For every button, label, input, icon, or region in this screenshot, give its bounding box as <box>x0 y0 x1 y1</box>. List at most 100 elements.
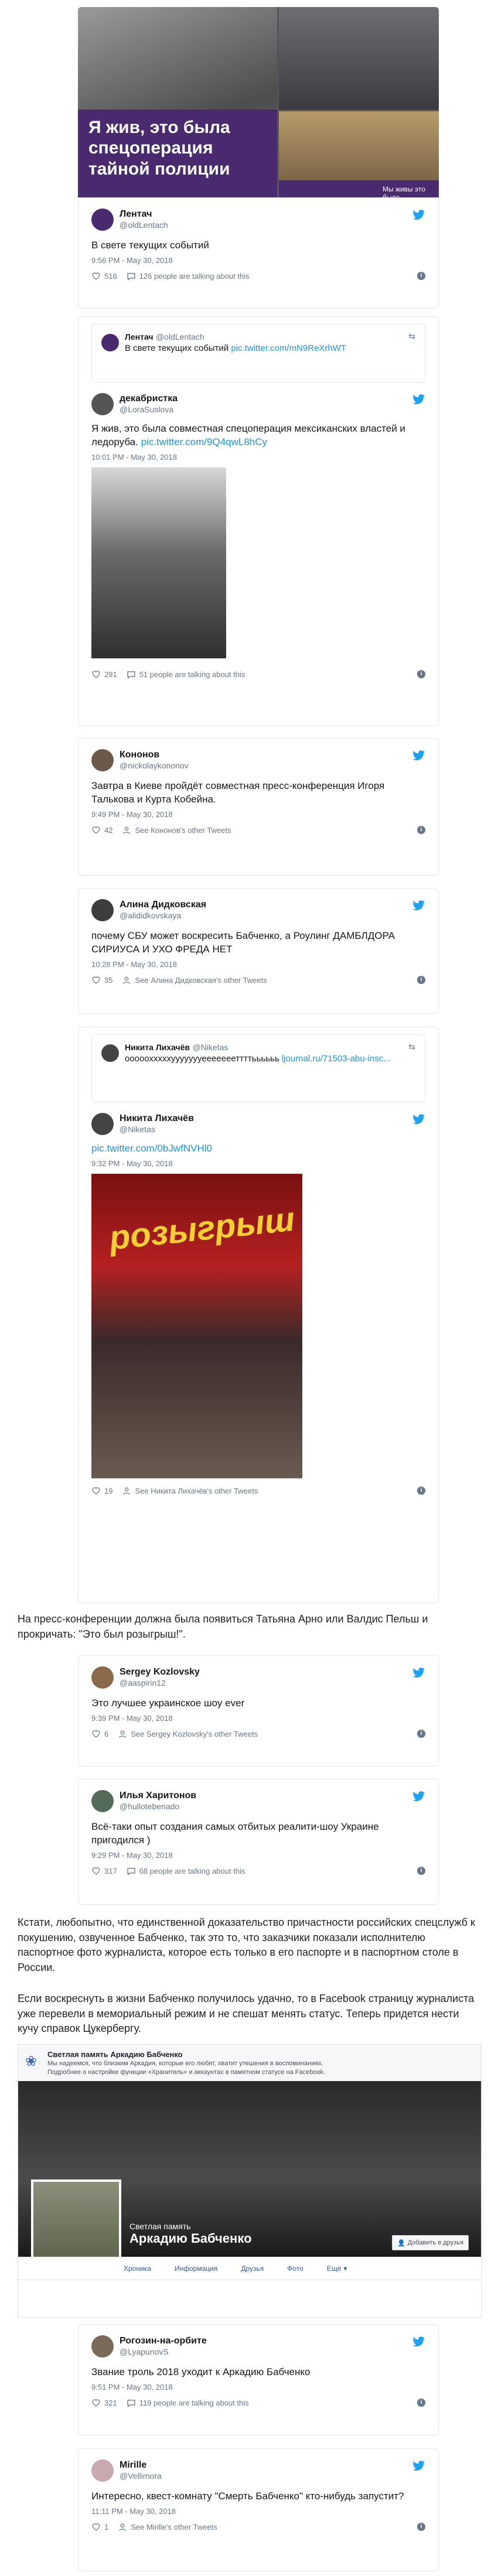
avatar[interactable] <box>91 749 114 771</box>
heart-icon[interactable] <box>91 1867 101 1875</box>
heart-icon[interactable] <box>91 272 101 280</box>
see-other-tweets[interactable]: See Sergey Kozlovsky's other Tweets <box>131 1730 258 1738</box>
author-name[interactable]: Алина Дидковская <box>120 899 206 911</box>
author-name[interactable]: Никита Лихачёв <box>120 1113 194 1125</box>
author-name[interactable]: декабристка <box>120 393 178 405</box>
tab-more[interactable]: Ещё <box>327 2264 342 2273</box>
quoted-author-name[interactable]: Никита Лихачёв <box>125 1043 190 1052</box>
twitter-bird-icon[interactable] <box>412 1114 425 1125</box>
twitter-bird-icon[interactable] <box>412 2336 425 2347</box>
tweet-timestamp[interactable]: 10:01 PM - May 30, 2018 <box>91 453 425 462</box>
info-icon[interactable]: i <box>417 1866 425 1875</box>
avatar[interactable] <box>101 334 119 352</box>
twitter-bird-icon[interactable] <box>412 1791 425 1802</box>
profile-name[interactable]: Аркадию Бабченко <box>129 2231 252 2246</box>
avatar[interactable] <box>101 1044 119 1062</box>
author-name[interactable]: Лентач <box>120 209 168 220</box>
tweet-timestamp[interactable]: 9:32 PM - May 30, 2018 <box>91 1159 425 1168</box>
author-name[interactable]: Илья Харитонов <box>120 1790 196 1802</box>
heart-icon[interactable] <box>91 1487 101 1495</box>
author-handle[interactable]: @alididkovskaya <box>120 911 206 921</box>
twitter-bird-icon[interactable] <box>412 2461 425 2471</box>
profile-icon[interactable] <box>122 976 131 985</box>
author-handle[interactable]: @aaspirin12 <box>120 1678 200 1689</box>
twitter-bird-icon[interactable] <box>412 210 425 220</box>
heart-icon[interactable] <box>91 670 101 678</box>
comment-icon[interactable] <box>127 1867 136 1875</box>
see-other-tweets[interactable]: See Кононов's other Tweets <box>135 826 231 835</box>
profile-icon[interactable] <box>118 2523 127 2531</box>
heart-icon[interactable] <box>91 1730 101 1738</box>
talking-about[interactable]: 126 people are talking about this <box>139 272 250 281</box>
tweet-timestamp[interactable]: 9:56 PM - May 30, 2018 <box>91 256 425 265</box>
profile-icon[interactable] <box>122 826 131 835</box>
author-handle[interactable]: @hullotebenado <box>120 1802 196 1812</box>
author-name[interactable]: Рогозин-на-орбите <box>120 2335 207 2347</box>
avatar[interactable] <box>91 2459 114 2482</box>
talking-about[interactable]: 68 people are talking about this <box>139 1867 245 1875</box>
author-handle[interactable]: @LoraSuslova <box>120 405 178 415</box>
heart-icon[interactable] <box>91 2399 101 2407</box>
author-handle[interactable]: @nickolaykononov <box>120 761 189 771</box>
tweet-timestamp[interactable]: 9:29 PM - May 30, 2018 <box>91 1851 425 1860</box>
quoted-link[interactable]: ljournal.ru/71503-abu-insc... <box>282 1054 391 1064</box>
retweet-icon[interactable]: ⇆ <box>408 1042 415 1052</box>
tweet-timestamp[interactable]: 9:49 PM - May 30, 2018 <box>91 810 425 819</box>
author-handle[interactable]: @oldLentach <box>120 220 168 231</box>
memorial-notice-line2[interactable]: Подробнее о настройке функции «Хранитель… <box>47 2069 325 2076</box>
author-name[interactable]: Кононов <box>120 749 189 761</box>
profile-picture[interactable] <box>31 2179 121 2270</box>
twitter-bird-icon[interactable] <box>412 394 425 405</box>
comment-icon[interactable] <box>127 670 136 679</box>
author-name[interactable]: Mirille <box>120 2459 162 2471</box>
twitter-bird-icon[interactable] <box>412 900 425 911</box>
talking-about[interactable]: 119 people are talking about this <box>139 2399 249 2407</box>
quoted-tweet[interactable]: Никита Лихачёв @Niketas ооооохххххуууууу… <box>91 1034 425 1102</box>
tab-info[interactable]: Информация <box>175 2264 217 2273</box>
tweet-link[interactable]: pic.twitter.com/0bJwfNVHl0 <box>91 1143 212 1154</box>
info-icon[interactable]: i <box>417 1729 425 1738</box>
info-icon[interactable]: i <box>417 975 425 984</box>
heart-icon[interactable] <box>91 826 101 834</box>
talking-about[interactable]: 51 people are talking about this <box>139 670 245 679</box>
twitter-bird-icon[interactable] <box>412 1668 425 1678</box>
tweet-timestamp[interactable]: 11:11 PM - May 30, 2018 <box>91 2507 425 2516</box>
avatar[interactable] <box>91 209 114 231</box>
tweet-link[interactable]: pic.twitter.com/9Q4qwL8hCy <box>141 436 267 447</box>
twitter-bird-icon[interactable] <box>412 750 425 761</box>
avatar[interactable] <box>91 1790 114 1812</box>
tweet-photo[interactable]: розыгрыш <box>91 1173 302 1478</box>
retweet-icon[interactable]: ⇆ <box>408 332 415 341</box>
quoted-tweet[interactable]: Лентач @oldLentach В свете текущих событ… <box>91 324 425 382</box>
author-handle[interactable]: @Vellimora <box>120 2471 162 2482</box>
avatar[interactable] <box>91 1666 114 1689</box>
quoted-author-handle[interactable]: @Niketas <box>193 1043 228 1052</box>
tweet-timestamp[interactable]: 9:39 PM - May 30, 2018 <box>91 1714 425 1723</box>
profile-icon[interactable] <box>118 1730 127 1738</box>
tab-friends[interactable]: Друзья <box>241 2264 264 2273</box>
info-icon[interactable]: i <box>417 2522 425 2531</box>
see-other-tweets[interactable]: See Mirille's other Tweets <box>131 2523 217 2531</box>
quoted-author-name[interactable]: Лентач <box>125 332 154 341</box>
avatar[interactable] <box>91 899 114 921</box>
comment-icon[interactable] <box>127 272 136 281</box>
info-icon[interactable]: i <box>417 2398 425 2407</box>
see-other-tweets[interactable]: See Никита Лихачёв's other Tweets <box>135 1487 258 1495</box>
quoted-link[interactable]: pic.twitter.com/mN9ReXrhWT <box>231 343 346 353</box>
avatar[interactable] <box>91 1113 114 1135</box>
profile-icon[interactable] <box>122 1487 131 1495</box>
tweet-timestamp[interactable]: 9:51 PM - May 30, 2018 <box>91 2383 425 2391</box>
quoted-author-handle[interactable]: @oldLentach <box>156 332 204 341</box>
info-icon[interactable]: i <box>417 271 425 280</box>
heart-icon[interactable] <box>91 2523 101 2531</box>
avatar[interactable] <box>91 393 114 415</box>
info-icon[interactable]: i <box>417 1486 425 1495</box>
comment-icon[interactable] <box>127 2399 136 2407</box>
author-handle[interactable]: @Niketas <box>120 1125 194 1135</box>
tab-photos[interactable]: Фото <box>287 2264 303 2273</box>
tweet-timestamp[interactable]: 10:28 PM - May 30, 2018 <box>91 960 425 969</box>
avatar[interactable] <box>91 2335 114 2358</box>
author-handle[interactable]: @LyapunovS <box>120 2347 207 2358</box>
tab-timeline[interactable]: Хроника <box>124 2264 151 2273</box>
info-icon[interactable]: i <box>417 825 425 834</box>
